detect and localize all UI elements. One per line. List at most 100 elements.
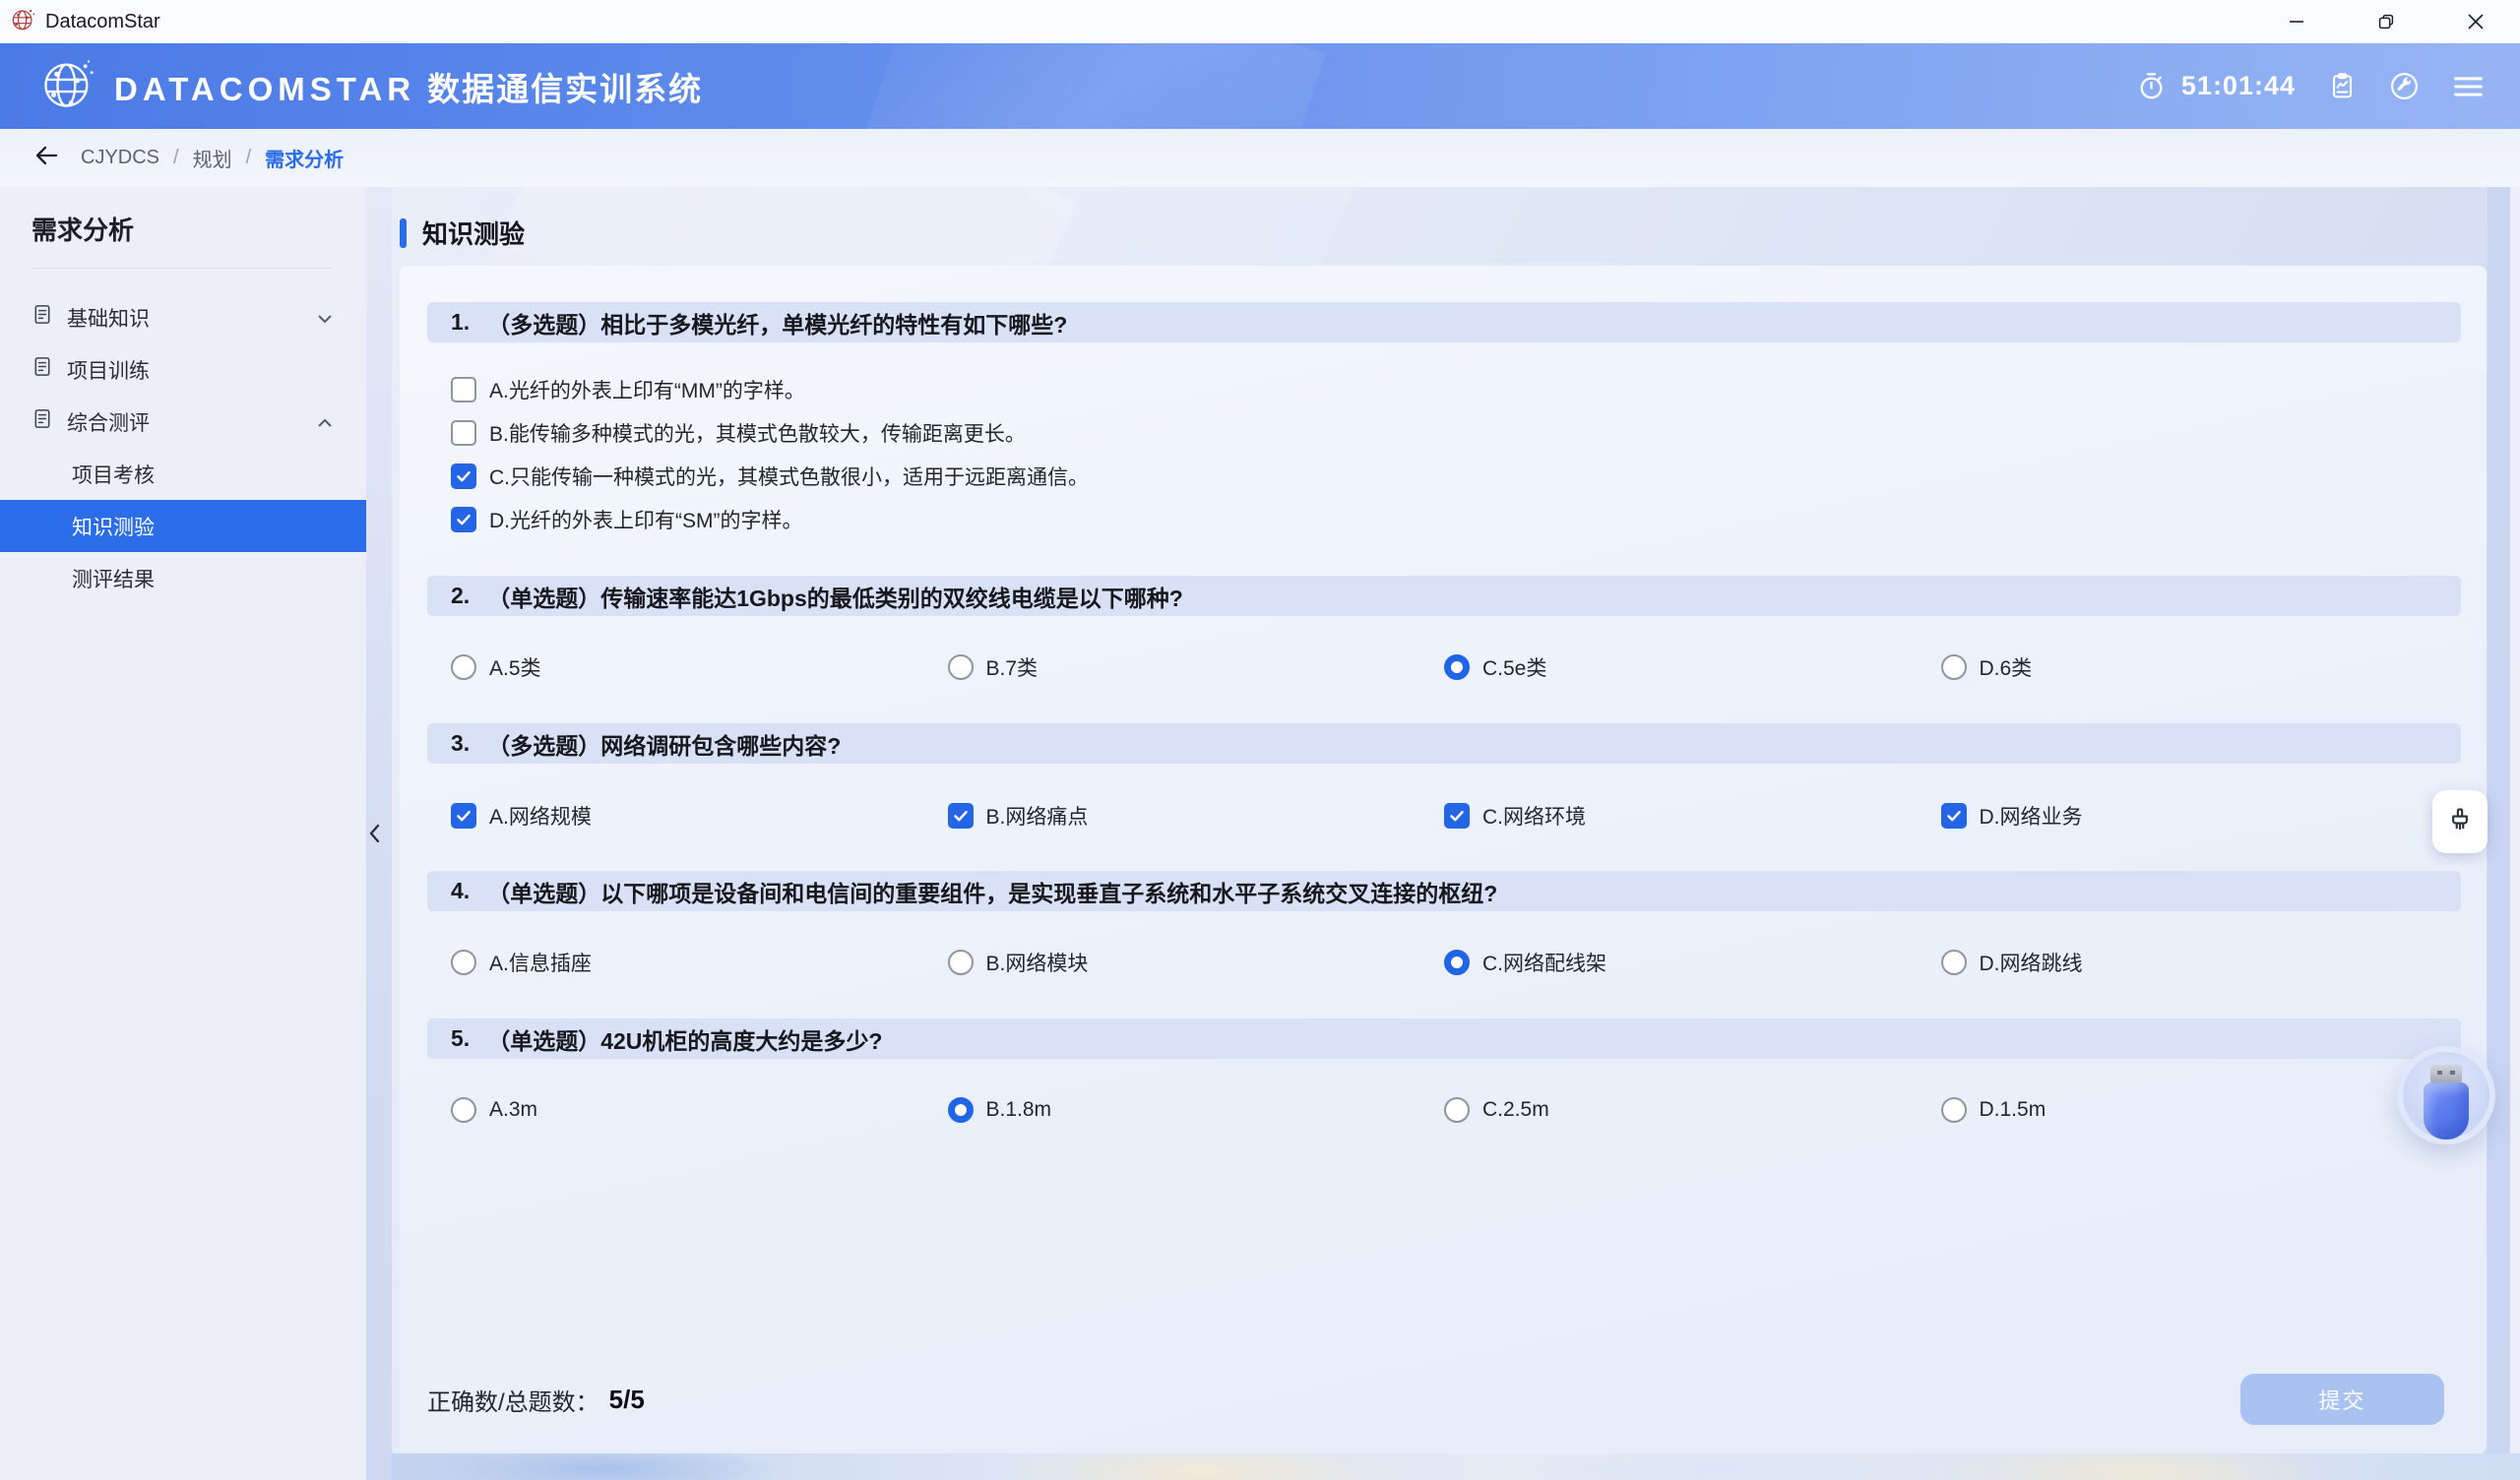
sidebar-subitem-knowledge-quiz[interactable]: 知识测验 [0,500,366,552]
sidebar-subitem-project-assessment[interactable]: 项目考核 [0,448,366,500]
radio-unselected-icon [451,654,476,680]
question-3-title: 3. （多选题）网络调研包含哪些内容? [427,723,2461,764]
radio-unselected-icon [1941,654,1967,680]
submit-button[interactable]: 提交 [2240,1374,2444,1425]
checkbox-unchecked-icon [451,420,476,446]
usb-drive-widget[interactable] [2397,1046,2495,1144]
sidebar: 需求分析 基础知识 项目训练 [0,187,366,1480]
sidebar-item-basics[interactable]: 基础知识 [0,291,366,343]
option-row[interactable]: B.网络模块 [948,948,1445,977]
option-row[interactable]: B.7类 [948,652,1445,682]
option-row[interactable]: A.3m [451,1097,948,1123]
option-label: D.1.5m [1980,1098,2047,1122]
sidebar-item-label: 项目训练 [67,355,150,385]
score-value: 5/5 [609,1385,645,1415]
main-content: 知识测验 1. （多选题）相比于多模光纤，单模光纤的特性有如下哪些? A.光纤的… [392,187,2520,1480]
chevron-up-icon [317,410,333,434]
option-label: B.1.8m [986,1098,1052,1122]
question-number: 5. [451,1025,470,1052]
breadcrumb-separator: / [246,147,252,169]
option-row[interactable]: D.网络跳线 [1941,948,2438,977]
option-row[interactable]: B.1.8m [948,1097,1445,1123]
minimize-button[interactable] [2251,0,2341,43]
countdown-timer: 51:01:44 [2181,71,2296,101]
option-label: A.5类 [489,652,541,682]
checkbox-checked-icon [451,803,476,829]
radio-unselected-icon [1941,1097,1967,1123]
option-row[interactable]: A.信息插座 [451,948,948,977]
breadcrumb-item-project[interactable]: CJYDCS [81,147,159,169]
sidebar-divider [32,268,333,269]
question-2-title: 2. （单选题）传输速率能达1Gbps的最低类别的双绞线电缆是以下哪种? [427,576,2461,616]
back-arrow-icon[interactable] [33,144,59,172]
question-text: （单选题）传输速率能达1Gbps的最低类别的双绞线电缆是以下哪种? [487,580,1183,613]
clear-brush-button[interactable] [2432,790,2488,853]
radio-selected-icon [1444,654,1470,680]
brand-globe-network-icon [39,55,96,117]
option-label: C.网络环境 [1482,801,1586,831]
scrollbar-track[interactable] [2510,187,2520,1480]
os-titlebar: DatacomStar [0,0,2520,43]
checkbox-checked-icon [451,507,476,532]
option-label: B.网络模块 [986,948,1089,977]
option-row[interactable]: A.网络规模 [451,801,948,831]
document-icon [32,303,53,332]
option-row[interactable]: C.网络配线架 [1444,948,1941,977]
question-1-title: 1. （多选题）相比于多模光纤，单模光纤的特性有如下哪些? [427,302,2461,342]
section-accent-bar [400,218,407,248]
checkbox-checked-icon [451,463,476,489]
option-label: B.7类 [986,652,1039,682]
option-row[interactable]: A.光纤的外表上印有“MM”的字样。 [451,368,1089,411]
collapse-sidebar-icon[interactable] [368,823,382,849]
breadcrumb-item-planning[interactable]: 规划 [193,144,232,172]
question-5-title: 5. （单选题）42U机柜的高度大约是多少? [427,1018,2461,1059]
app-header: DATACOMSTAR数据通信实训系统 51:01:44 [0,43,2520,129]
option-row[interactable]: C.网络环境 [1444,801,1941,831]
option-label: C.只能传输一种模式的光，其模式色散很小，适用于远距离通信。 [489,462,1089,491]
radio-unselected-icon [451,1097,476,1123]
option-label: D.网络跳线 [1980,948,2083,977]
usb-connector-pin [2450,1071,2455,1075]
checkbox-checked-icon [1444,803,1470,829]
window-title: DatacomStar [45,11,160,33]
question-2-options: A.5类 B.7类 C.5e类 D.6类 [427,646,2461,689]
sidebar-item-project-training[interactable]: 项目训练 [0,343,366,396]
option-row[interactable]: D.1.5m [1941,1097,2438,1123]
close-button[interactable] [2430,0,2520,43]
option-row[interactable]: B.网络痛点 [948,801,1445,831]
radio-unselected-icon [948,654,974,680]
option-row[interactable]: C.2.5m [1444,1097,1941,1123]
question-number: 1. [451,309,470,336]
menu-list-icon[interactable] [2452,73,2485,100]
option-row[interactable]: D.6类 [1941,652,2438,682]
option-label: C.2.5m [1482,1098,1549,1122]
option-label: D.光纤的外表上印有“SM”的字样。 [489,505,803,534]
option-row[interactable]: D.网络业务 [1941,801,2438,831]
radio-unselected-icon [451,950,476,975]
report-icon[interactable] [2328,72,2357,100]
sidebar-item-label: 基础知识 [67,303,150,333]
option-row[interactable]: D.光纤的外表上印有“SM”的字样。 [451,498,1089,541]
sidebar-item-comprehensive-eval[interactable]: 综合测评 [0,396,366,448]
question-text: （多选题）网络调研包含哪些内容? [487,727,841,761]
breadcrumb-item-current: 需求分析 [265,144,344,172]
brand-wordmark: DATACOMSTAR数据通信实训系统 [114,63,703,110]
option-label: A.3m [489,1098,537,1122]
option-row[interactable]: C.只能传输一种模式的光，其模式色散很小，适用于远距离通信。 [451,455,1089,498]
radio-unselected-icon [1444,1097,1470,1123]
radio-selected-icon [1444,950,1470,975]
question-3-options: A.网络规模 B.网络痛点 C.网络环境 D.网络业务 [427,794,2461,837]
question-5-options: A.3m B.1.8m C.2.5m D.1.5m [427,1088,2461,1132]
option-row[interactable]: C.5e类 [1444,652,1941,682]
option-row[interactable]: B.能传输多种模式的光，其模式色散较大，传输距离更长。 [451,411,1089,455]
sidebar-title: 需求分析 [32,211,134,247]
usb-connector-pin [2437,1071,2442,1075]
restore-button[interactable] [2341,0,2430,43]
score-summary: 正确数/总题数： 5/5 [427,1374,645,1425]
wrench-icon[interactable] [2389,71,2420,101]
stopwatch-icon [2136,71,2167,101]
option-label: B.网络痛点 [986,801,1089,831]
sidebar-subitem-eval-results[interactable]: 测评结果 [0,552,366,604]
question-number: 4. [451,878,470,904]
option-row[interactable]: A.5类 [451,652,948,682]
